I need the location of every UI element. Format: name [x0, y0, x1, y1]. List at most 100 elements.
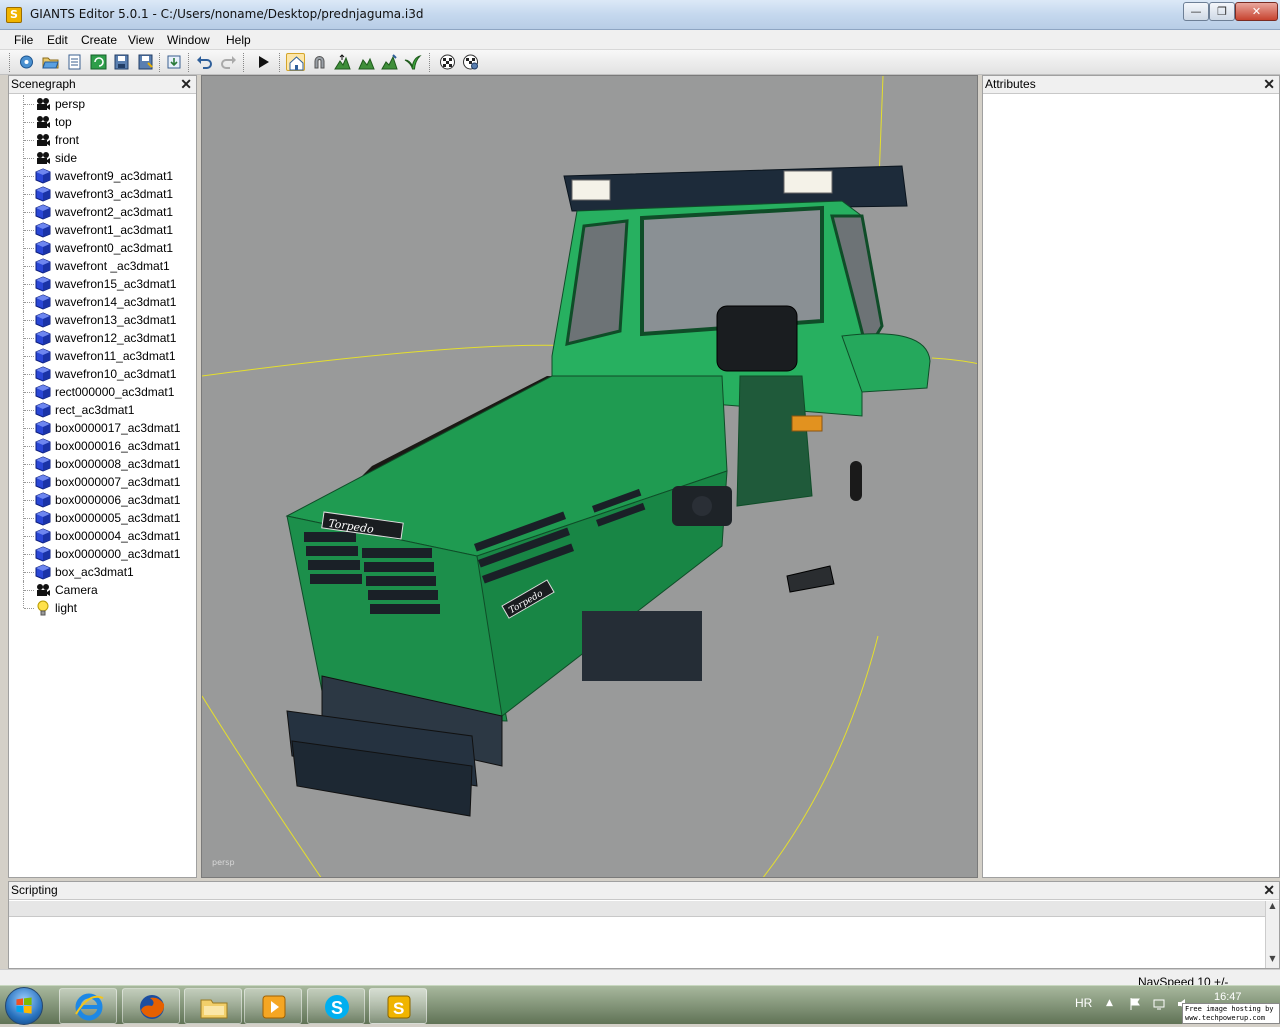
menu-file[interactable]: File: [14, 33, 33, 47]
import-icon[interactable]: [165, 53, 184, 71]
shape-icon: [35, 492, 51, 508]
media-player-icon[interactable]: [244, 988, 302, 1024]
show-hidden-icons-button[interactable]: ▲: [1106, 998, 1113, 1008]
scripting-header: Scripting ✕: [9, 882, 1279, 900]
start-button[interactable]: [5, 987, 43, 1025]
menu-window[interactable]: Window: [167, 33, 210, 47]
scenegraph-node[interactable]: wavefron11_ac3dmat1: [9, 347, 194, 365]
scenegraph-node[interactable]: wavefron15_ac3dmat1: [9, 275, 194, 293]
scenegraph-node[interactable]: box0000016_ac3dmat1: [9, 437, 194, 455]
3d-viewport[interactable]: Torpedo Torpedo persp: [201, 75, 978, 878]
scenegraph-node[interactable]: side: [9, 149, 194, 167]
shape-icon: [35, 222, 51, 238]
scenegraph-node[interactable]: wavefront _ac3dmat1: [9, 257, 194, 275]
firefox-icon[interactable]: [122, 988, 180, 1024]
foliage-icon[interactable]: [403, 53, 422, 71]
scripting-scrollbar[interactable]: ▲ ▼: [1265, 901, 1279, 968]
toolbar-separator: [279, 53, 281, 72]
camera-icon: [35, 150, 51, 166]
checker-settings-icon[interactable]: [461, 53, 480, 71]
scripting-close-button[interactable]: ✕: [1263, 882, 1275, 898]
scenegraph-node[interactable]: box_ac3dmat1: [9, 563, 194, 581]
scenegraph-node-label: side: [55, 151, 78, 165]
scenegraph-node[interactable]: persp: [9, 95, 194, 113]
scenegraph-node[interactable]: wavefron13_ac3dmat1: [9, 311, 194, 329]
scenegraph-node[interactable]: wavefront1_ac3dmat1: [9, 221, 194, 239]
scenegraph-node[interactable]: wavefron10_ac3dmat1: [9, 365, 194, 383]
scenegraph-close-button[interactable]: ✕: [180, 76, 192, 92]
image-host-watermark: Free image hosting by www.techpowerup.co…: [1182, 1003, 1280, 1024]
tree-connector-tick: [24, 194, 34, 195]
home-icon[interactable]: [286, 53, 305, 71]
menu-view[interactable]: View: [128, 33, 154, 47]
tree-connector-tick: [24, 302, 34, 303]
tree-connector-tick: [24, 230, 34, 231]
magnet-icon[interactable]: [310, 53, 329, 71]
scenegraph-node[interactable]: wavefront3_ac3dmat1: [9, 185, 194, 203]
scenegraph-node[interactable]: Camera: [9, 581, 194, 599]
action-center-flag-icon[interactable]: [1128, 997, 1142, 1011]
scenegraph-node[interactable]: wavefron12_ac3dmat1: [9, 329, 194, 347]
scenegraph-node[interactable]: box0000006_ac3dmat1: [9, 491, 194, 509]
undo-icon[interactable]: [195, 53, 214, 71]
scenegraph-node[interactable]: box0000017_ac3dmat1: [9, 419, 194, 437]
minimize-button[interactable]: —: [1183, 2, 1209, 21]
scenegraph-node[interactable]: box0000007_ac3dmat1: [9, 473, 194, 491]
scroll-down-arrow[interactable]: ▼: [1266, 954, 1279, 963]
language-indicator[interactable]: HR: [1075, 996, 1092, 1010]
shape-icon: [35, 204, 51, 220]
scenegraph-node-label: wavefron11_ac3dmat1: [55, 349, 176, 363]
internet-explorer-icon[interactable]: [59, 988, 117, 1024]
scenegraph-node[interactable]: light: [9, 599, 194, 617]
scenegraph-node-label: light: [55, 601, 78, 615]
tree-connector-tick: [24, 212, 34, 213]
scenegraph-node[interactable]: wavefront0_ac3dmat1: [9, 239, 194, 257]
scenegraph-node[interactable]: box0000008_ac3dmat1: [9, 455, 194, 473]
menu-edit[interactable]: Edit: [47, 33, 68, 47]
scenegraph-node[interactable]: box0000005_ac3dmat1: [9, 509, 194, 527]
scenegraph-node-label: rect000000_ac3dmat1: [55, 385, 175, 399]
scenegraph-node[interactable]: box0000000_ac3dmat1: [9, 545, 194, 563]
scenegraph-node[interactable]: wavefron14_ac3dmat1: [9, 293, 194, 311]
scenegraph-header: Scenegraph ✕: [9, 76, 196, 94]
script-output-area[interactable]: [9, 901, 1265, 917]
new-icon[interactable]: [17, 53, 36, 71]
scenegraph-node[interactable]: front: [9, 131, 194, 149]
properties-icon[interactable]: [65, 53, 84, 71]
menu-help[interactable]: Help: [226, 33, 251, 47]
shape-icon: [35, 240, 51, 256]
toolbar-separator: [429, 53, 431, 72]
terrain-raise-icon[interactable]: [333, 53, 352, 71]
play-icon[interactable]: [254, 53, 273, 71]
tree-connector-tick: [24, 482, 34, 483]
scenegraph-node-label: wavefront1_ac3dmat1: [55, 223, 174, 237]
file-explorer-icon[interactable]: [184, 988, 242, 1024]
tree-connector-line: [23, 599, 24, 608]
save-as-icon[interactable]: [136, 53, 155, 71]
terrain-smooth-icon[interactable]: [357, 53, 376, 71]
scenegraph-node[interactable]: box0000004_ac3dmat1: [9, 527, 194, 545]
close-window-button[interactable]: ✕: [1235, 2, 1278, 21]
redo-icon[interactable]: [219, 53, 238, 71]
save-icon[interactable]: [112, 53, 131, 71]
skype-icon[interactable]: S: [307, 988, 365, 1024]
network-icon[interactable]: [1152, 997, 1166, 1011]
scenegraph-node[interactable]: rect000000_ac3dmat1: [9, 383, 194, 401]
attributes-close-button[interactable]: ✕: [1263, 76, 1275, 92]
maximize-button[interactable]: ❐: [1209, 2, 1235, 21]
scenegraph-node[interactable]: rect_ac3dmat1: [9, 401, 194, 419]
checker-icon[interactable]: [438, 53, 457, 71]
shape-icon: [35, 528, 51, 544]
taskbar-clock[interactable]: 16:47: [1214, 991, 1242, 1003]
scenegraph-node[interactable]: wavefront2_ac3dmat1: [9, 203, 194, 221]
open-icon[interactable]: [41, 53, 60, 71]
scenegraph-node[interactable]: top: [9, 113, 194, 131]
giants-editor-icon[interactable]: S: [369, 988, 427, 1024]
scroll-up-arrow[interactable]: ▲: [1266, 901, 1279, 910]
refresh-icon[interactable]: [89, 53, 108, 71]
scenegraph-node[interactable]: wavefront9_ac3dmat1: [9, 167, 194, 185]
terrain-paint-icon[interactable]: [380, 53, 399, 71]
scenegraph-tree: persp top front side wavefront9_ac3dmat1 wave…: [9, 95, 196, 877]
shape-icon: [35, 564, 51, 580]
menu-create[interactable]: Create: [81, 33, 117, 47]
